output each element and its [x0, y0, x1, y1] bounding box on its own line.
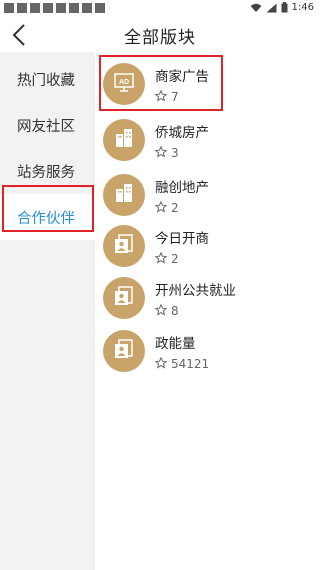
building-icon: [112, 181, 136, 209]
ad-icon: AD: [113, 71, 135, 97]
status-bar: 1:46: [0, 0, 320, 18]
sidebar-item-label: 热门收藏: [17, 72, 75, 89]
board-count: 2: [171, 251, 179, 266]
profile-icon: [112, 232, 136, 260]
board-title: 商家广告: [155, 69, 209, 85]
wifi-icon: [250, 3, 262, 13]
board-avatar: AD: [103, 63, 145, 105]
board-item-today-kaishang[interactable]: 今日开商 2: [103, 225, 318, 281]
star-icon: [154, 249, 168, 268]
board-title: 融创地产: [155, 180, 209, 196]
highlight-box: [2, 185, 94, 232]
notification-icon: [69, 3, 79, 13]
notification-icon: [4, 3, 14, 13]
notification-icons: [4, 3, 105, 13]
star-icon: [154, 198, 168, 217]
notification-icon: [17, 3, 27, 13]
category-sidebar: 热门收藏 网友社区 站务服务 合作伙伴: [0, 52, 95, 570]
board-list: AD 商家广告 7 侨城房产 3 融创地产 2 今日开商 2 开州公共就业 8 …: [95, 52, 320, 570]
building-icon: [112, 126, 136, 154]
sidebar-item-hot-favorites[interactable]: 热门收藏: [0, 56, 95, 102]
board-item-ads[interactable]: AD 商家广告 7: [103, 63, 318, 119]
sidebar-item-community[interactable]: 网友社区: [0, 102, 95, 148]
notification-icon: [56, 3, 66, 13]
board-item-kaizhou-employment[interactable]: 开州公共就业 8: [103, 277, 318, 333]
sidebar-item-label: 网友社区: [17, 118, 75, 135]
board-item-qiaocheng[interactable]: 侨城房产 3: [103, 119, 318, 175]
board-item-zhengnengliang[interactable]: 政能量 54121: [103, 330, 318, 386]
sidebar-item-label: 站务服务: [17, 164, 75, 181]
board-avatar: [103, 225, 145, 267]
board-count: 3: [171, 145, 179, 160]
notification-icon: [95, 3, 105, 13]
notification-icon: [43, 3, 53, 13]
board-item-sunac[interactable]: 融创地产 2: [103, 174, 318, 230]
star-icon: [154, 143, 168, 162]
profile-icon: [112, 284, 136, 312]
board-avatar: [103, 277, 145, 319]
svg-text:AD: AD: [119, 79, 129, 86]
board-title: 开州公共就业: [155, 283, 236, 299]
star-icon: [154, 87, 168, 106]
board-title: 政能量: [155, 336, 196, 352]
star-icon: [154, 354, 168, 373]
signal-icon: [266, 3, 277, 13]
notification-icon: [30, 3, 40, 13]
board-avatar: [103, 330, 145, 372]
board-count: 54121: [171, 356, 210, 371]
board-count: 7: [171, 89, 179, 104]
star-icon: [154, 301, 168, 320]
page-title: 全部版块: [124, 28, 196, 48]
clock-time: 1:46: [291, 2, 314, 13]
header: 全部版块: [0, 18, 320, 52]
board-avatar: [103, 119, 145, 161]
board-title: 今日开商: [155, 231, 209, 247]
profile-icon: [112, 337, 136, 365]
board-count: 2: [171, 200, 179, 215]
battery-icon: [281, 2, 288, 13]
notification-icon: [82, 3, 92, 13]
board-count: 8: [171, 303, 179, 318]
board-title: 侨城房产: [155, 125, 209, 141]
board-avatar: [103, 174, 145, 216]
